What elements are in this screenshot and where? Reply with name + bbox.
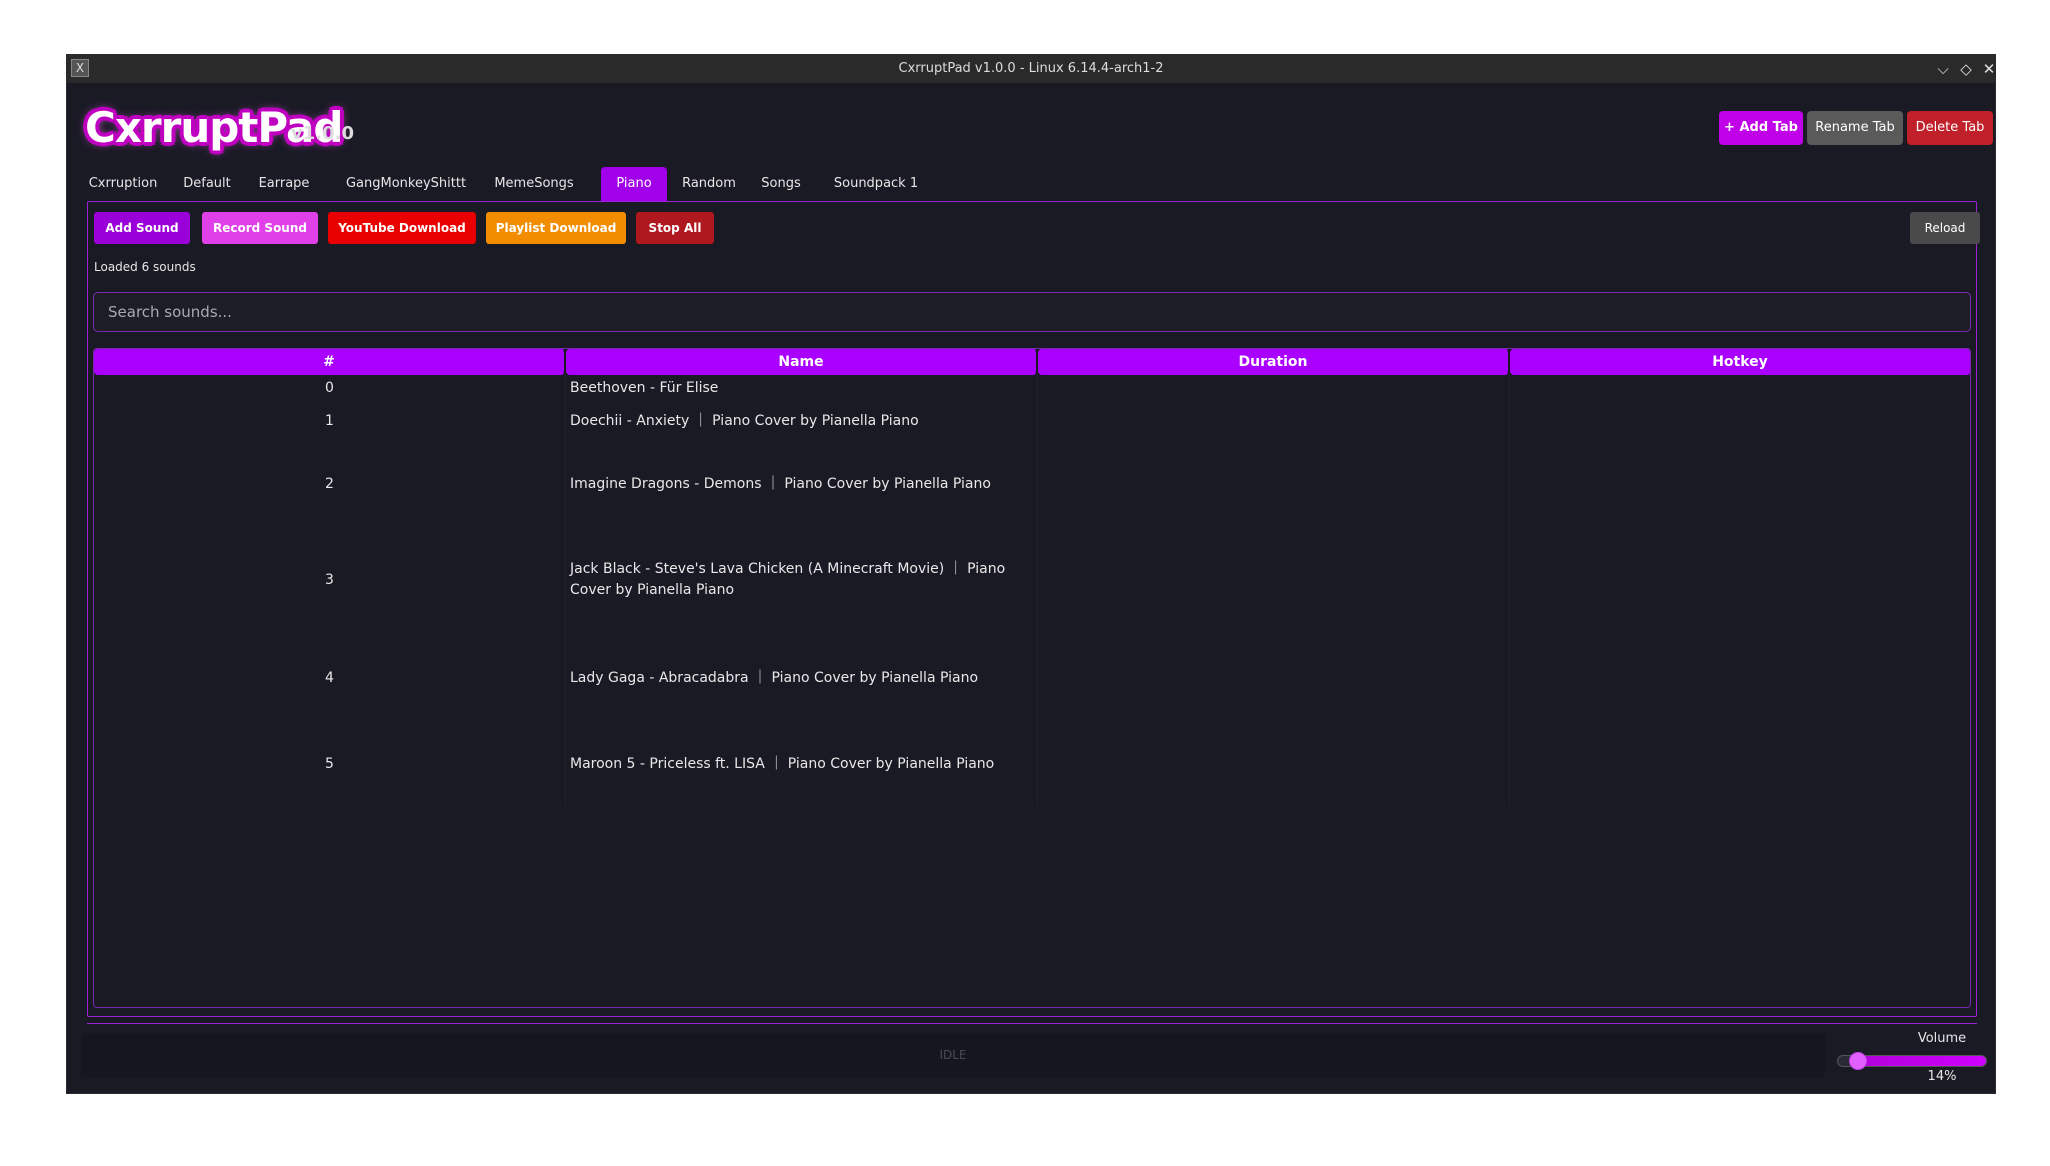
row-duration [1038,375,1510,401]
tab-gangmonkeyshittt[interactable]: GangMonkeyShittt [333,167,479,201]
table-row[interactable]: 3 Jack Black - Steve's Lava Chicken (A M… [94,527,1970,633]
volume-value: 14% [1927,1069,1957,1084]
row-number: 0 [94,375,566,401]
bottom-divider [87,1023,1977,1024]
sound-table: # Name Duration Hotkey 0 Beethoven - Für… [93,348,1971,1008]
row-hotkey [1510,401,1970,441]
tab-memesongs[interactable]: MemeSongs [485,167,583,201]
tab-earrape[interactable]: Earrape [249,167,319,201]
volume-label: Volume [1917,1031,1967,1046]
title-bar: X CxrruptPad v1.0.0 - Linux 6.14.4-arch1… [67,55,1995,83]
add-tab-button[interactable]: + Add Tab [1719,111,1803,145]
stop-all-button[interactable]: Stop All [636,212,714,244]
record-sound-button[interactable]: Record Sound [202,212,318,244]
row-hotkey [1510,375,1970,401]
minimize-icon[interactable]: ⌵ [1931,55,1955,83]
row-duration [1038,633,1510,723]
row-hotkey [1510,723,1970,805]
row-name: Beethoven - Für Elise [566,375,1038,401]
delete-tab-button[interactable]: Delete Tab [1907,111,1993,145]
volume-slider-handle[interactable] [1849,1052,1867,1070]
header-num[interactable]: # [94,349,566,375]
row-duration [1038,723,1510,805]
table-header: # Name Duration Hotkey [94,349,1970,375]
reload-button[interactable]: Reload [1910,212,1980,244]
row-name: Maroon 5 - Priceless ft. LISA ｜ Piano Co… [566,723,1038,805]
tab-piano[interactable]: Piano [601,167,667,201]
app-window: X CxrruptPad v1.0.0 - Linux 6.14.4-arch1… [66,54,1996,1094]
row-number: 1 [94,401,566,441]
tab-panel: Add Sound Record Sound YouTube Download … [87,201,1980,1017]
tab-default[interactable]: Default [171,167,243,201]
row-name: Doechii - Anxiety ｜ Piano Cover by Piane… [566,401,1038,441]
header-hotkey[interactable]: Hotkey [1510,349,1970,375]
tab-songs[interactable]: Songs [749,167,813,201]
row-name: Lady Gaga - Abracadabra ｜ Piano Cover by… [566,633,1038,723]
row-name: Imagine Dragons - Demons ｜ Piano Cover b… [566,441,1038,527]
row-name: Jack Black - Steve's Lava Chicken (A Min… [566,527,1038,633]
row-hotkey [1510,633,1970,723]
header-duration[interactable]: Duration [1038,349,1510,375]
close-icon[interactable]: ✕ [1977,55,2001,83]
table-row[interactable]: 2 Imagine Dragons - Demons ｜ Piano Cover… [94,441,1970,527]
row-hotkey [1510,527,1970,633]
window-title: CxrruptPad v1.0.0 - Linux 6.14.4-arch1-2 [898,61,1164,76]
row-number: 5 [94,723,566,805]
header-name[interactable]: Name [566,349,1038,375]
playlist-download-button[interactable]: Playlist Download [486,212,626,244]
load-status: Loaded 6 sounds [94,260,196,274]
rename-tab-button[interactable]: Rename Tab [1807,111,1903,145]
row-duration [1038,527,1510,633]
logo-version: v1.0.0 [291,123,354,144]
table-row[interactable]: 1 Doechii - Anxiety ｜ Piano Cover by Pia… [94,401,1970,441]
row-duration [1038,401,1510,441]
tab-cxrruption[interactable]: Cxrruption [87,167,159,201]
add-sound-button[interactable]: Add Sound [94,212,190,244]
maximize-icon[interactable]: ◇ [1954,55,1978,83]
row-number: 2 [94,441,566,527]
row-duration [1038,441,1510,527]
row-number: 4 [94,633,566,723]
search-input[interactable]: Search sounds... [93,292,1971,332]
tab-soundpack-1[interactable]: Soundpack 1 [817,167,935,201]
youtube-download-button[interactable]: YouTube Download [328,212,476,244]
playback-status: IDLE [81,1033,1825,1077]
table-row[interactable]: 4 Lady Gaga - Abracadabra ｜ Piano Cover … [94,633,1970,723]
table-row[interactable]: 0 Beethoven - Für Elise [94,375,1970,401]
table-row[interactable]: 5 Maroon 5 - Priceless ft. LISA ｜ Piano … [94,723,1970,805]
tab-random[interactable]: Random [673,167,745,201]
row-hotkey [1510,441,1970,527]
row-number: 3 [94,527,566,633]
